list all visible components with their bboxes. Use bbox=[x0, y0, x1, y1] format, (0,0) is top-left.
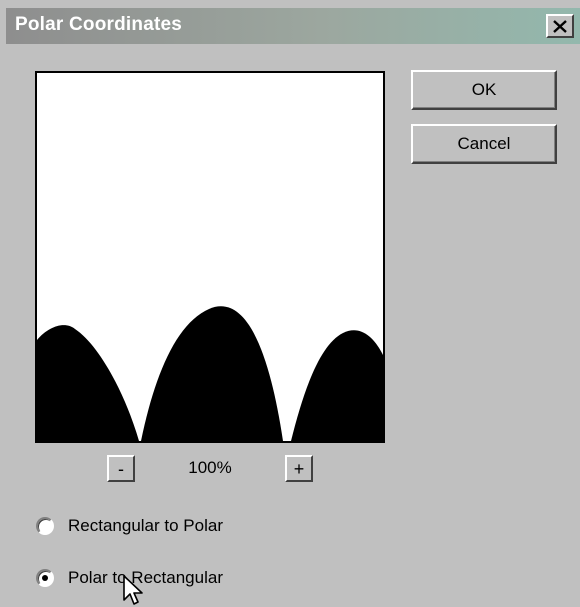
radio-rectangular-to-polar[interactable] bbox=[36, 517, 54, 535]
title-bar[interactable]: Polar Coordinates bbox=[6, 8, 580, 44]
close-button[interactable] bbox=[546, 14, 574, 38]
ok-button[interactable]: OK bbox=[411, 70, 557, 110]
preview-image bbox=[37, 73, 383, 441]
option-rectangular-to-polar[interactable]: Rectangular to Polar bbox=[36, 514, 223, 538]
radio-polar-to-rectangular[interactable] bbox=[36, 569, 54, 587]
zoom-out-button[interactable]: - bbox=[107, 455, 135, 482]
zoom-level: 100% bbox=[188, 458, 232, 477]
polar-coordinates-dialog: Polar Coordinates OK Cancel - 100% + Rec… bbox=[0, 0, 580, 607]
dialog-title: Polar Coordinates bbox=[15, 14, 183, 35]
close-icon bbox=[553, 19, 567, 33]
radio-label: Rectangular to Polar bbox=[68, 516, 223, 535]
mouse-pointer-icon bbox=[123, 575, 143, 605]
zoom-in-button[interactable]: + bbox=[285, 455, 313, 482]
radio-selected-dot bbox=[42, 575, 48, 581]
filter-preview[interactable] bbox=[35, 71, 385, 443]
cancel-button[interactable]: Cancel bbox=[411, 124, 557, 164]
